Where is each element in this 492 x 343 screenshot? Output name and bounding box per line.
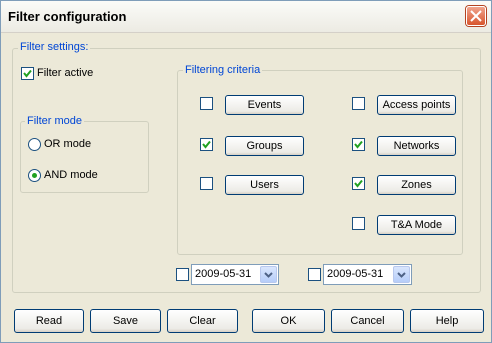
- ok-button[interactable]: OK: [252, 309, 325, 333]
- clear-button-label: Clear: [189, 315, 216, 327]
- chevron-down-icon: [264, 272, 273, 278]
- networks-button[interactable]: Networks: [377, 136, 456, 156]
- users-checkbox[interactable]: [200, 177, 213, 190]
- events-checkbox[interactable]: [200, 97, 213, 110]
- access-points-button[interactable]: Access points: [377, 95, 456, 115]
- help-button-label: Help: [435, 315, 459, 327]
- events-button[interactable]: Events: [225, 95, 304, 115]
- users-button[interactable]: Users: [225, 175, 304, 195]
- chevron-down-icon: [397, 272, 406, 278]
- networks-button-label: Networks: [393, 140, 440, 152]
- window-title: Filter configuration: [8, 9, 127, 24]
- date-from-checkbox[interactable]: [176, 268, 189, 281]
- date-to-dropdown-button[interactable]: [393, 266, 410, 283]
- clear-button[interactable]: Clear: [167, 309, 238, 333]
- filter-mode-frame: [20, 121, 149, 193]
- date-to-checkbox[interactable]: [308, 268, 321, 281]
- filter-mode-legend: Filter mode: [25, 115, 85, 127]
- ta-mode-checkbox[interactable]: [352, 217, 365, 230]
- users-button-label: Users: [250, 179, 279, 191]
- networks-checkbox[interactable]: [352, 138, 365, 151]
- ok-button-label: OK: [280, 315, 297, 327]
- filter-configuration-window: Filter configuration Filter settings: Fi…: [0, 0, 492, 343]
- groups-button[interactable]: Groups: [225, 136, 304, 156]
- close-icon: [470, 10, 482, 22]
- events-button-label: Events: [247, 99, 282, 111]
- read-button[interactable]: Read: [14, 309, 84, 333]
- groups-checkbox[interactable]: [200, 138, 213, 151]
- close-button[interactable]: [466, 6, 486, 26]
- zones-button-label: Zones: [401, 179, 432, 191]
- zones-checkbox[interactable]: [352, 177, 365, 190]
- read-button-label: Read: [35, 315, 63, 327]
- access-points-button-label: Access points: [382, 99, 451, 111]
- date-from-picker[interactable]: 2009-05-31: [191, 264, 279, 285]
- and-mode-radio[interactable]: [28, 169, 41, 182]
- zones-button[interactable]: Zones: [377, 175, 456, 195]
- date-from-dropdown-button[interactable]: [260, 266, 277, 283]
- title-bar: Filter configuration: [1, 1, 491, 33]
- cancel-button[interactable]: Cancel: [331, 309, 404, 333]
- cancel-button-label: Cancel: [350, 315, 385, 327]
- ta-mode-button[interactable]: T&A Mode: [377, 215, 456, 235]
- groups-button-label: Groups: [246, 140, 283, 152]
- ta-mode-button-label: T&A Mode: [390, 219, 443, 231]
- access-points-checkbox[interactable]: [352, 97, 365, 110]
- check-mark-icon: [354, 140, 363, 149]
- check-mark-icon: [23, 69, 32, 78]
- save-button[interactable]: Save: [90, 309, 161, 333]
- date-to-value: 2009-05-31: [327, 268, 384, 280]
- radio-selected-dot: [32, 173, 37, 178]
- filter-active-checkbox[interactable]: [21, 67, 34, 80]
- filter-active-label: Filter active: [37, 67, 94, 79]
- help-button[interactable]: Help: [410, 309, 484, 333]
- filter-settings-legend: Filter settings:: [18, 41, 91, 53]
- or-mode-radio[interactable]: [28, 138, 41, 151]
- save-button-label: Save: [112, 315, 139, 327]
- filtering-criteria-legend: Filtering criteria: [183, 64, 263, 76]
- date-to-picker[interactable]: 2009-05-31: [323, 264, 412, 285]
- check-mark-icon: [354, 179, 363, 188]
- date-from-value: 2009-05-31: [195, 268, 252, 280]
- or-mode-label: OR mode: [44, 138, 92, 150]
- check-mark-icon: [202, 140, 211, 149]
- and-mode-label: AND mode: [44, 169, 98, 181]
